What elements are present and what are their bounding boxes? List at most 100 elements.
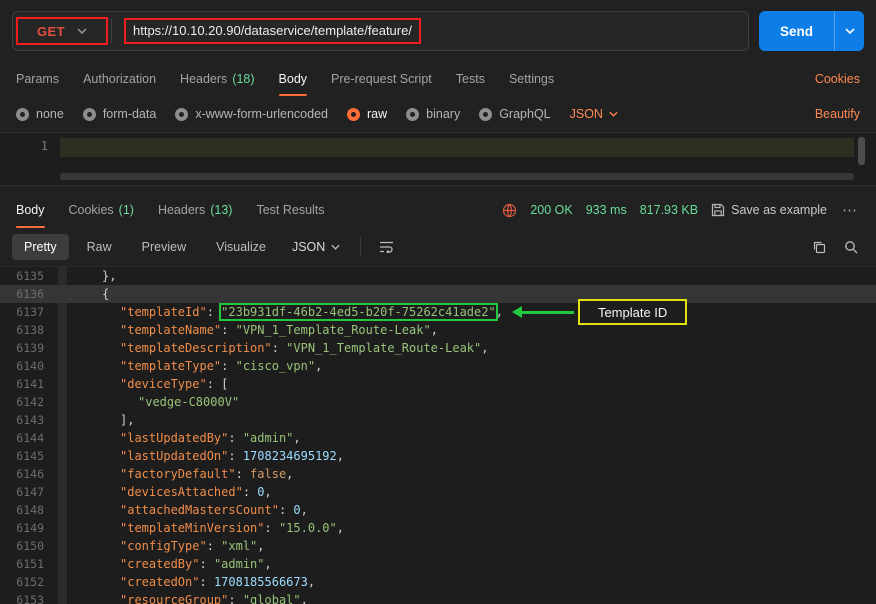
code-token: : bbox=[228, 449, 242, 463]
code-token: : bbox=[272, 341, 286, 355]
code-token: , bbox=[293, 431, 300, 445]
code-token: : bbox=[279, 503, 293, 517]
code-token: "VPN_1_Template_Route-Leak" bbox=[236, 323, 431, 337]
view-bar-divider bbox=[360, 237, 361, 257]
send-options-button[interactable] bbox=[834, 11, 864, 51]
code-line: 6135}, bbox=[0, 267, 876, 285]
tab-tests[interactable]: Tests bbox=[456, 62, 485, 96]
code-token: , bbox=[337, 521, 344, 535]
editor-vertical-scrollbar[interactable] bbox=[858, 137, 865, 165]
response-tab-headers[interactable]: Headers(13) bbox=[158, 192, 232, 228]
tab-authorization[interactable]: Authorization bbox=[83, 62, 156, 96]
cookies-link[interactable]: Cookies bbox=[815, 72, 860, 86]
wrap-lines-button[interactable] bbox=[373, 234, 399, 260]
line-number: 6153 bbox=[0, 591, 56, 604]
line-number: 6139 bbox=[0, 339, 56, 357]
code-token: , bbox=[481, 341, 488, 355]
mode-none[interactable]: none bbox=[16, 107, 64, 121]
code-token: }, bbox=[102, 269, 116, 283]
search-response-button[interactable] bbox=[838, 234, 864, 260]
code-text: "vedge-C8000V" bbox=[74, 393, 239, 411]
code-token: , bbox=[265, 485, 272, 499]
code-line: 6146"factoryDefault": false, bbox=[0, 465, 876, 483]
annotation-label: Template ID bbox=[578, 299, 687, 325]
url-input[interactable]: https://10.10.20.90/dataservice/template… bbox=[128, 19, 417, 43]
mode-graphql[interactable]: GraphQL bbox=[479, 107, 550, 121]
response-code-lines: 6135},6136{6137"templateId": "23b931df-4… bbox=[0, 267, 876, 604]
template-id-annotation-arrow bbox=[512, 306, 574, 318]
line-number: 6135 bbox=[0, 267, 56, 285]
line-number: 6149 bbox=[0, 519, 56, 537]
code-line: 6144"lastUpdatedBy": "admin", bbox=[0, 429, 876, 447]
line-number: 6140 bbox=[0, 357, 56, 375]
response-body: 6135},6136{6137"templateId": "23b931df-4… bbox=[0, 266, 876, 604]
beautify-link[interactable]: Beautify bbox=[815, 107, 860, 121]
response-status-cluster: 200 OK 933 ms 817.93 KB Save as example … bbox=[502, 201, 860, 219]
code-token: "factoryDefault" bbox=[120, 467, 236, 481]
code-text: { bbox=[74, 285, 109, 303]
code-line: 6145"lastUpdatedOn": 1708234695192, bbox=[0, 447, 876, 465]
chevron-down-icon bbox=[609, 111, 618, 117]
more-options-icon[interactable]: ⋯ bbox=[840, 201, 860, 219]
response-language-dropdown[interactable]: JSON bbox=[284, 235, 348, 259]
code-line: 6149 "templateMinVersion": "15.0.0", bbox=[0, 519, 876, 537]
response-tab-test-results[interactable]: Test Results bbox=[256, 192, 324, 228]
copy-response-button[interactable] bbox=[806, 234, 832, 260]
view-visualize[interactable]: Visualize bbox=[204, 234, 278, 260]
code-token: "templateName" bbox=[120, 323, 221, 337]
request-body-editor[interactable]: 1 bbox=[0, 132, 876, 186]
send-button[interactable]: Send bbox=[759, 11, 834, 51]
code-token: "VPN_1_Template_Route-Leak" bbox=[286, 341, 481, 355]
code-token: "deviceType" bbox=[120, 377, 207, 391]
tab-settings[interactable]: Settings bbox=[509, 62, 554, 96]
save-as-example-button[interactable]: Save as example bbox=[711, 203, 827, 217]
tab-params[interactable]: Params bbox=[16, 62, 59, 96]
tab-pre-request-script[interactable]: Pre-request Script bbox=[331, 62, 432, 96]
view-preview[interactable]: Preview bbox=[130, 234, 198, 260]
view-pretty[interactable]: Pretty bbox=[12, 234, 69, 260]
line-number: 6148 bbox=[0, 501, 56, 519]
url-text: https://10.10.20.90/dataservice/template… bbox=[133, 23, 412, 38]
body-mode-bar: none form-data x-www-form-urlencoded raw… bbox=[0, 96, 876, 132]
code-token: "global" bbox=[243, 593, 301, 604]
line-number: 6150 bbox=[0, 537, 56, 555]
code-token: "cisco_vpn" bbox=[236, 359, 315, 373]
copy-icon bbox=[812, 240, 826, 254]
code-text: "templateMinVersion": "15.0.0", bbox=[74, 519, 344, 537]
response-meta-bar: Body Cookies(1) Headers(13) Test Results… bbox=[0, 192, 876, 228]
method-label: GET bbox=[37, 24, 65, 39]
code-token: , bbox=[431, 323, 438, 337]
radio-icon bbox=[406, 108, 419, 121]
code-text: "factoryDefault": false, bbox=[74, 465, 293, 483]
mode-raw[interactable]: raw bbox=[347, 107, 387, 121]
mode-x-www-form-urlencoded[interactable]: x-www-form-urlencoded bbox=[175, 107, 328, 121]
code-text: "createdBy": "admin", bbox=[74, 555, 272, 573]
code-token: "templateMinVersion" bbox=[120, 521, 265, 535]
url-container: GET https://10.10.20.90/dataservice/temp… bbox=[12, 11, 749, 51]
code-token: "templateDescription" bbox=[120, 341, 272, 355]
tab-headers[interactable]: Headers(18) bbox=[180, 62, 254, 96]
code-token: , bbox=[337, 449, 344, 463]
response-tab-body[interactable]: Body bbox=[16, 192, 45, 228]
code-token: , bbox=[308, 575, 315, 589]
view-raw[interactable]: Raw bbox=[75, 234, 124, 260]
response-tab-cookies[interactable]: Cookies(1) bbox=[69, 192, 134, 228]
code-text: "attachedMastersCount": 0, bbox=[74, 501, 308, 519]
code-line: 6143], bbox=[0, 411, 876, 429]
code-line: 6141"deviceType": [ bbox=[0, 375, 876, 393]
code-line: 6140"templateType": "cisco_vpn", bbox=[0, 357, 876, 375]
mode-binary[interactable]: binary bbox=[406, 107, 460, 121]
mode-form-data[interactable]: form-data bbox=[83, 107, 157, 121]
tab-body[interactable]: Body bbox=[279, 62, 308, 96]
code-token: : bbox=[199, 575, 213, 589]
code-line: 6142"vedge-C8000V" bbox=[0, 393, 876, 411]
chevron-down-icon bbox=[77, 28, 87, 34]
code-token: 1708234695192 bbox=[243, 449, 337, 463]
editor-horizontal-scrollbar[interactable] bbox=[60, 173, 854, 180]
method-dropdown[interactable]: GET bbox=[13, 12, 111, 50]
code-line: 6139 "templateDescription": "VPN_1_Templa… bbox=[0, 339, 876, 357]
request-language-dropdown[interactable]: JSON bbox=[570, 107, 618, 121]
code-line: 6137"templateId": "23b931df-46b2-4ed5-b2… bbox=[0, 303, 876, 321]
code-token: , bbox=[257, 539, 264, 553]
code-text: "templateId": "23b931df-46b2-4ed5-b20f-7… bbox=[74, 303, 503, 321]
